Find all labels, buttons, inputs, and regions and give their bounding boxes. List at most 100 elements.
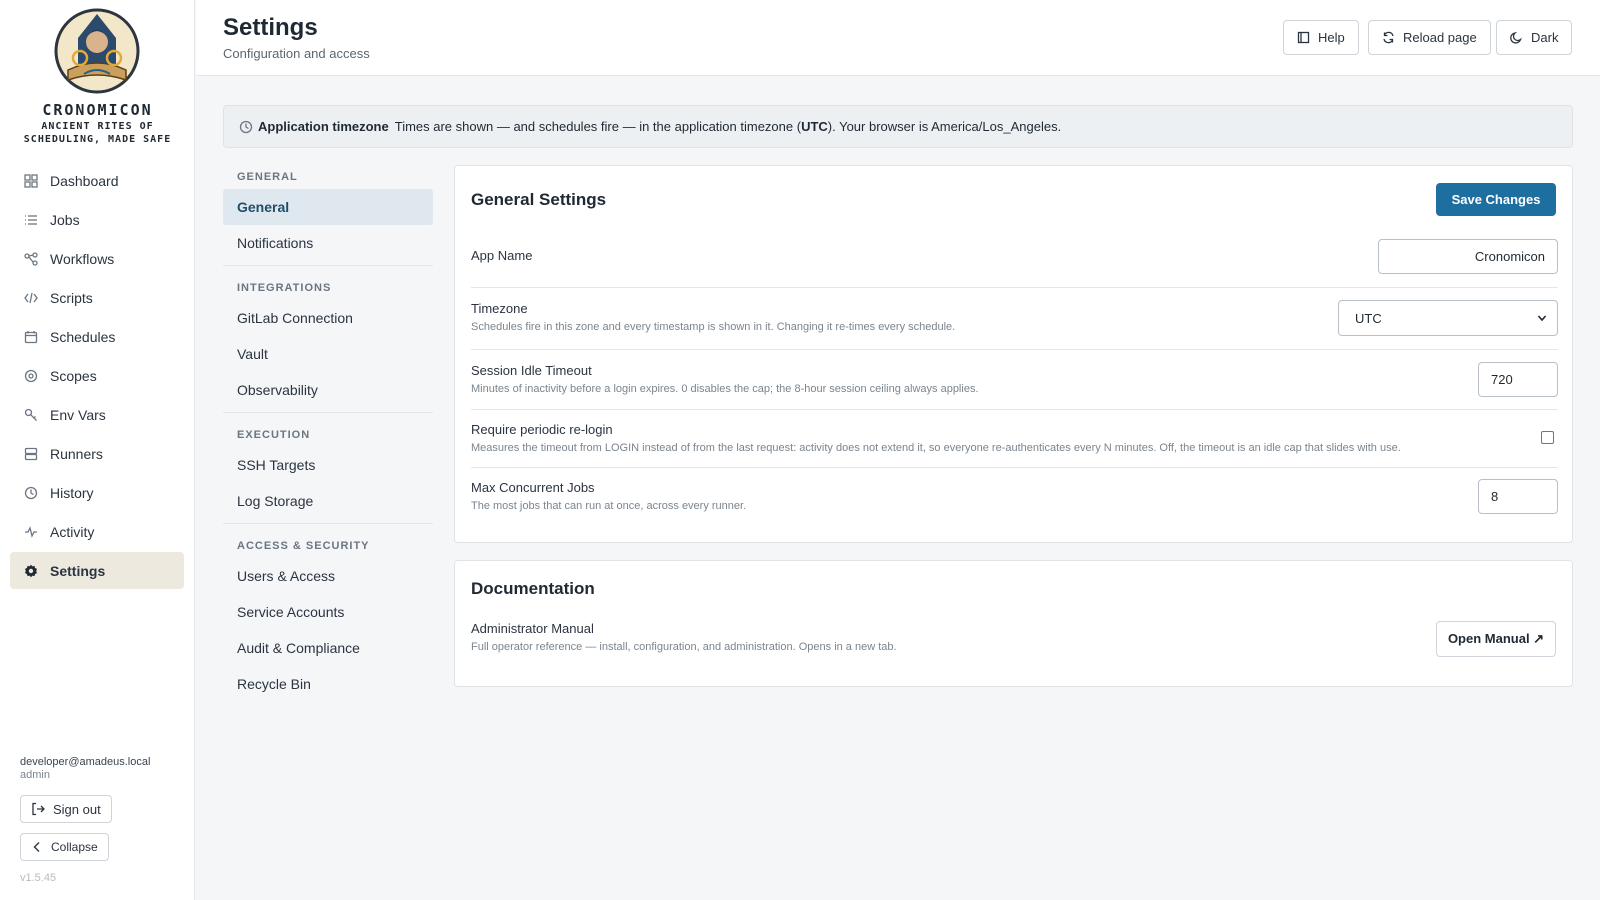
nav-item-env-vars[interactable]: Env Vars [10,396,184,433]
admin-manual-help: Full operator reference — install, confi… [471,641,897,653]
nav-item-label: Settings [50,562,106,579]
dark-label: Dark [1531,30,1559,45]
subnav-heading-integrations: INTEGRATIONS [237,282,332,294]
page-header: Settings Configuration and access Help R… [196,0,1600,76]
save-changes-button[interactable]: Save Changes [1436,183,1556,216]
banner-timezone: UTC [801,119,828,134]
gear-icon [23,563,39,579]
subnav-heading-access: ACCESS & SECURITY [237,540,370,552]
setting-row-admin-manual: Administrator Manual Full operator refer… [471,621,1558,661]
collapse-label: Collapse [51,840,98,854]
nav-item-dashboard[interactable]: Dashboard [10,162,184,199]
general-settings-card: General Settings Save Changes App Name T… [454,165,1573,543]
dark-mode-button[interactable]: Dark [1496,20,1573,55]
subnav-item-vault[interactable]: Vault [223,336,433,372]
setting-row-periodic-relogin: Require periodic re-login Measures the t… [471,410,1558,468]
nav-item-history[interactable]: History [10,474,184,511]
relogin-label: Require periodic re-login [471,422,613,437]
banner-text-1: Times are shown — and schedules fire — i… [394,119,802,134]
nav-item-label: Scopes [50,367,97,384]
code-icon [23,290,39,306]
server-icon [23,446,39,462]
brand-tagline-line-1: ANCIENT RITES OF [41,121,154,132]
nav-item-schedules[interactable]: Schedules [10,318,184,355]
target-icon [23,368,39,384]
subnav-heading-general: GENERAL [237,171,298,183]
subnav-item-audit[interactable]: Audit & Compliance [223,630,433,666]
subnav-item-observability[interactable]: Observability [223,372,433,408]
nav-item-label: History [50,484,94,501]
banner-label: Application timezone [258,119,389,134]
help-button[interactable]: Help [1283,20,1359,55]
admin-manual-label: Administrator Manual [471,621,594,636]
subnav-item-ssh-targets[interactable]: SSH Targets [223,447,433,483]
moon-icon [1510,31,1523,44]
nav-item-label: Workflows [50,250,115,267]
pulse-icon [23,524,39,540]
key-icon [23,407,39,423]
nav-item-label: Schedules [50,328,116,345]
user-email: developer@amadeus.local [20,756,151,768]
brand-title: CRONOMICON [42,101,153,119]
brand-tagline-line-2: SCHEDULING, MADE SAFE [23,134,172,145]
timezone-select[interactable]: UTC [1338,300,1558,336]
idle-timeout-input[interactable] [1478,362,1558,397]
help-label: Help [1318,30,1345,45]
subnav-item-recycle-bin[interactable]: Recycle Bin [223,666,433,702]
chevron-down-icon [1537,311,1547,326]
refresh-icon [1382,31,1395,44]
reload-page-button[interactable]: Reload page [1368,20,1491,55]
nav-item-runners[interactable]: Runners [10,435,184,472]
book-icon [1297,31,1310,44]
subnav-item-gitlab[interactable]: GitLab Connection [223,300,433,336]
nav-item-activity[interactable]: Activity [10,513,184,550]
clock-icon [239,120,253,134]
sidebar: CRONOMICON ANCIENT RITES OF SCHEDULING, … [0,0,195,900]
general-settings-title: General Settings [471,190,607,209]
clock-icon [23,485,39,501]
subnav-item-users-access[interactable]: Users & Access [223,558,433,594]
subnav-item-general[interactable]: General [223,189,433,225]
grid-icon [23,173,39,189]
settings-subnav: GENERAL General Notifications INTEGRATIO… [223,165,433,702]
nav-item-label: Jobs [50,211,80,228]
setting-row-timezone: Timezone Schedules fire in this zone and… [471,288,1558,350]
setting-row-app-name: App Name [471,239,1558,288]
max-jobs-help: The most jobs that can run at once, acro… [471,500,747,512]
workflow-icon [23,251,39,267]
max-jobs-label: Max Concurrent Jobs [471,480,595,495]
subnav-item-service-accounts[interactable]: Service Accounts [223,594,433,630]
subnav-divider [223,412,433,413]
app-name-input[interactable] [1378,239,1558,274]
nav-item-label: Scripts [50,289,93,306]
calendar-icon [23,329,39,345]
main-nav: Dashboard Jobs Workflows Scripts Schedul… [10,162,184,591]
nav-item-label: Dashboard [50,172,119,189]
sign-out-icon [31,802,45,816]
documentation-title: Documentation [471,579,595,598]
subnav-heading-execution: EXECUTION [237,429,311,441]
nav-item-scripts[interactable]: Scripts [10,279,184,316]
nav-item-scopes[interactable]: Scopes [10,357,184,394]
idle-timeout-label: Session Idle Timeout [471,363,592,378]
sign-out-button[interactable]: Sign out [20,795,112,823]
nav-item-jobs[interactable]: Jobs [10,201,184,238]
subnav-item-notifications[interactable]: Notifications [223,225,433,261]
open-manual-button[interactable]: Open Manual ↗ [1436,621,1556,657]
setting-row-idle-timeout: Session Idle Timeout Minutes of inactivi… [471,350,1558,410]
collapse-button[interactable]: Collapse [20,833,109,861]
banner-text-2: ). Your browser is America/Los_Angeles. [827,119,1062,134]
relogin-checkbox[interactable] [1541,431,1554,444]
documentation-card: Documentation Administrator Manual Full … [454,560,1573,687]
max-jobs-input[interactable] [1478,479,1558,514]
timezone-banner: Application timezone Times are shown — a… [223,105,1573,148]
nav-item-settings[interactable]: Settings [10,552,184,589]
page-title: Settings [223,14,318,41]
user-role: admin [20,769,50,781]
subnav-divider [223,265,433,266]
setting-row-max-jobs: Max Concurrent Jobs The most jobs that c… [471,468,1558,528]
subnav-item-log-storage[interactable]: Log Storage [223,483,433,519]
idle-timeout-help: Minutes of inactivity before a login exp… [471,383,979,395]
nav-item-label: Env Vars [50,406,106,423]
nav-item-workflows[interactable]: Workflows [10,240,184,277]
